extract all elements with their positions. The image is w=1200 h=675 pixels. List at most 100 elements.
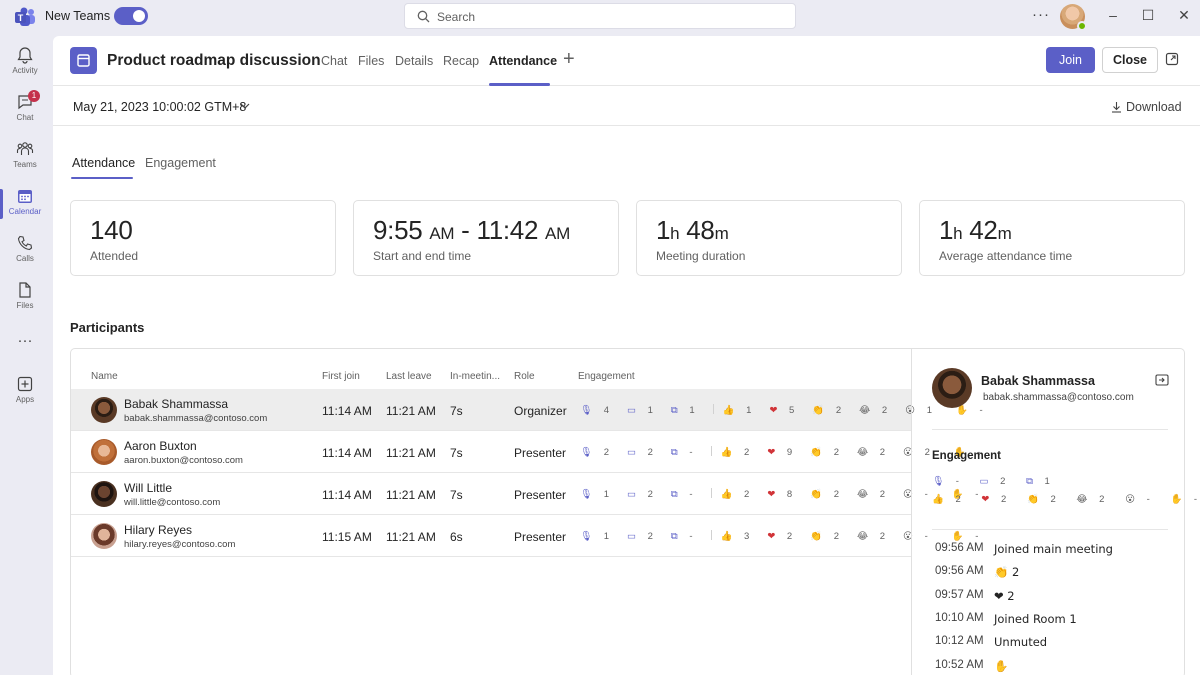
- rail-label: Calendar: [8, 207, 42, 216]
- rail-item-activity[interactable]: Activity: [0, 42, 50, 86]
- engagement-heading: Engagement: [932, 450, 1002, 462]
- laugh-icon: 😂: [1076, 494, 1088, 505]
- rail-item-calls[interactable]: Calls: [0, 230, 50, 274]
- participant-name: Aaron Buxton: [124, 439, 197, 453]
- tab-details[interactable]: Details: [395, 54, 433, 68]
- tab-files[interactable]: Files: [358, 54, 384, 68]
- column-header-role[interactable]: Role: [514, 371, 535, 382]
- column-header-name[interactable]: Name: [91, 371, 118, 382]
- clap-stat: 👏 2: [1026, 494, 1056, 505]
- phone-icon: [17, 235, 33, 251]
- stat-card-start-end: 9:55 AM - 11:42 AM Start and end time: [353, 200, 619, 276]
- hand-stat: ✋ -: [1170, 494, 1198, 505]
- rail-item-apps[interactable]: Apps: [0, 371, 50, 415]
- table-row[interactable]: Aaron Buxton aaron.buxton@contoso.com 11:1…: [71, 431, 981, 473]
- first-join-cell: 11:14 AM: [322, 404, 372, 418]
- subtab-engagement[interactable]: Engagement: [145, 156, 216, 170]
- like-icon: 👍: [720, 531, 733, 542]
- avatar: [91, 523, 117, 549]
- column-header-engagement[interactable]: Engagement: [578, 371, 635, 382]
- close-window-icon[interactable]: ✕: [1175, 7, 1193, 24]
- last-leave-cell: 11:21 AM: [386, 404, 436, 418]
- detail-email: babak.shammassa@contoso.com: [983, 392, 1134, 403]
- column-header-first-join[interactable]: First join: [322, 371, 360, 382]
- in-meeting-cell: 7s: [450, 446, 463, 460]
- new-teams-toggle[interactable]: [114, 7, 148, 25]
- meeting-date-selector[interactable]: May 21, 2023 10:00:02 GTM+8: [73, 100, 246, 114]
- laugh-stat: 😂 2: [1076, 494, 1105, 505]
- more-icon: ···: [17, 332, 33, 349]
- add-app-icon: [17, 376, 33, 392]
- stat-caption: Meeting duration: [656, 249, 746, 263]
- column-header-in-meeting[interactable]: In-meetin...: [450, 371, 500, 382]
- rail-item-calendar[interactable]: Calendar: [0, 183, 50, 227]
- stat-caption: Start and end time: [373, 249, 472, 263]
- wow-icon: 😮: [1125, 494, 1135, 505]
- divider: [932, 529, 1168, 530]
- heart-icon: ❤: [981, 494, 990, 505]
- add-tab-icon[interactable]: +: [563, 48, 575, 71]
- close-pane-icon[interactable]: [1155, 374, 1169, 386]
- like-stat: 👍 2: [720, 489, 750, 500]
- share-stat: ⧉ -: [670, 447, 693, 458]
- stat-caption: Average attendance time: [939, 249, 1073, 263]
- tab-recap[interactable]: Recap: [443, 54, 479, 68]
- camera-icon: ▭: [627, 531, 636, 542]
- mic-stat: 🎙 -: [932, 476, 959, 487]
- close-button[interactable]: Close: [1102, 47, 1158, 73]
- camera-stat: ▭ 1: [627, 405, 653, 416]
- wow-stat: 😮 -: [1125, 494, 1150, 505]
- timeline-time: 10:10 AM: [935, 611, 984, 624]
- table-row[interactable]: Babak Shammassa babak.shammassa@contoso.c…: [71, 389, 983, 431]
- clap-icon: 👏: [810, 447, 823, 458]
- clap-icon: 👏: [1026, 494, 1039, 505]
- maximize-icon[interactable]: ☐: [1139, 7, 1157, 24]
- user-avatar[interactable]: [1060, 4, 1087, 31]
- teams-logo-icon: T: [15, 7, 35, 26]
- tab-attendance[interactable]: Attendance: [489, 54, 557, 68]
- heart-icon: ❤: [767, 531, 776, 542]
- search-box[interactable]: Search: [404, 3, 796, 29]
- last-leave-cell: 11:21 AM: [386, 488, 436, 502]
- table-row[interactable]: Hilary Reyes hilary.reyes@contoso.com 11:1…: [71, 515, 978, 557]
- table-row[interactable]: Will Little will.little@contoso.com 11:14 …: [71, 473, 978, 515]
- participant-email: hilary.reyes@contoso.com: [124, 539, 236, 550]
- subtab-attendance[interactable]: Attendance: [72, 156, 135, 170]
- column-header-last-leave[interactable]: Last leave: [386, 371, 432, 382]
- file-icon: [19, 282, 31, 298]
- timeline-time: 10:12 AM: [935, 635, 984, 648]
- like-icon: 👍: [722, 405, 735, 416]
- chevron-down-icon[interactable]: [239, 100, 251, 112]
- download-label: Download: [1126, 100, 1182, 114]
- mic-stat: 🎙 4: [580, 405, 609, 416]
- rail-label: Apps: [15, 395, 35, 404]
- rail-item-more[interactable]: ···: [0, 330, 50, 354]
- timeline-time: 10:52 AM: [935, 658, 984, 671]
- mic-stat: 🎙 2: [580, 447, 609, 458]
- join-button[interactable]: Join: [1046, 47, 1095, 73]
- like-stat: 👍 2: [720, 447, 750, 458]
- like-icon: 👍: [932, 494, 944, 505]
- heart-stat: ❤ 5: [769, 405, 795, 416]
- more-options-icon[interactable]: ···: [1032, 6, 1050, 23]
- laugh-stat: 😂 2: [857, 531, 886, 542]
- rail-item-teams[interactable]: Teams: [0, 136, 50, 180]
- rail-item-chat[interactable]: 1 Chat: [0, 89, 50, 133]
- rail-item-files[interactable]: Files: [0, 277, 50, 321]
- chat-badge: 1: [28, 90, 40, 102]
- laugh-stat: 😂 2: [857, 489, 886, 500]
- participant-email: aaron.buxton@contoso.com: [124, 455, 243, 466]
- camera-icon: ▭: [627, 405, 636, 416]
- tab-chat[interactable]: Chat: [321, 54, 347, 68]
- timeline-time: 09:57 AM: [935, 588, 984, 601]
- pop-out-icon[interactable]: [1165, 52, 1179, 66]
- share-stat: ⧉ 1: [670, 405, 695, 416]
- microphone-icon: 🎙: [580, 447, 593, 458]
- clap-stat: 👏 2: [810, 489, 839, 500]
- minimize-icon[interactable]: –: [1104, 7, 1122, 23]
- role-cell: Presenter: [514, 446, 567, 460]
- heart-stat: ❤ 2: [981, 494, 1007, 505]
- heart-icon: ❤: [767, 447, 776, 458]
- download-button[interactable]: Download: [1111, 100, 1182, 114]
- heart-stat: ❤ 9: [767, 447, 793, 458]
